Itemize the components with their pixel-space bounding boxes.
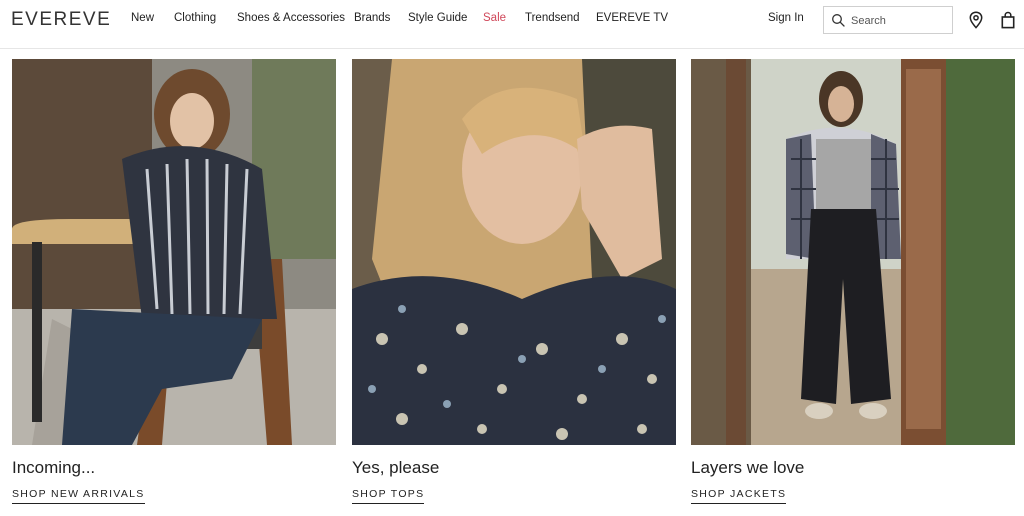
nav-item-trendsend[interactable]: Trendsend: [525, 12, 580, 24]
search-icon[interactable]: [831, 13, 845, 27]
search-input[interactable]: [849, 11, 951, 31]
promo-image-new-arrivals[interactable]: [12, 59, 336, 445]
sign-in-link[interactable]: Sign In: [768, 12, 804, 24]
shopping-bag-icon[interactable]: [1000, 11, 1016, 29]
promo-title-new-arrivals: Incoming...: [12, 458, 96, 477]
brand-logo[interactable]: EVEREVE: [11, 9, 111, 31]
nav-item-clothing[interactable]: Clothing: [174, 12, 216, 24]
search-box: [823, 6, 953, 34]
site-header: EVEREVE New Clothing Shoes & Accessories…: [0, 0, 1024, 49]
promo-image-jackets[interactable]: [691, 59, 1015, 445]
promo-title-tops: Yes, please: [352, 458, 440, 477]
nav-item-new[interactable]: New: [131, 12, 154, 24]
shop-tops-link[interactable]: SHOP TOPS: [352, 488, 425, 504]
nav-item-style-guide[interactable]: Style Guide: [408, 12, 467, 24]
nav-item-evereve-tv[interactable]: EVEREVE TV: [596, 12, 668, 24]
shop-new-arrivals-link[interactable]: SHOP NEW ARRIVALS: [12, 488, 145, 504]
nav-item-sale[interactable]: Sale: [483, 12, 506, 24]
promo-image-tops[interactable]: [352, 59, 676, 445]
nav-item-shoes-accessories[interactable]: Shoes & Accessories: [237, 12, 345, 24]
nav-item-brands[interactable]: Brands: [354, 12, 390, 24]
promo-title-jackets: Layers we love: [691, 458, 805, 477]
location-pin-icon[interactable]: [968, 11, 984, 29]
shop-jackets-link[interactable]: SHOP JACKETS: [691, 488, 787, 504]
